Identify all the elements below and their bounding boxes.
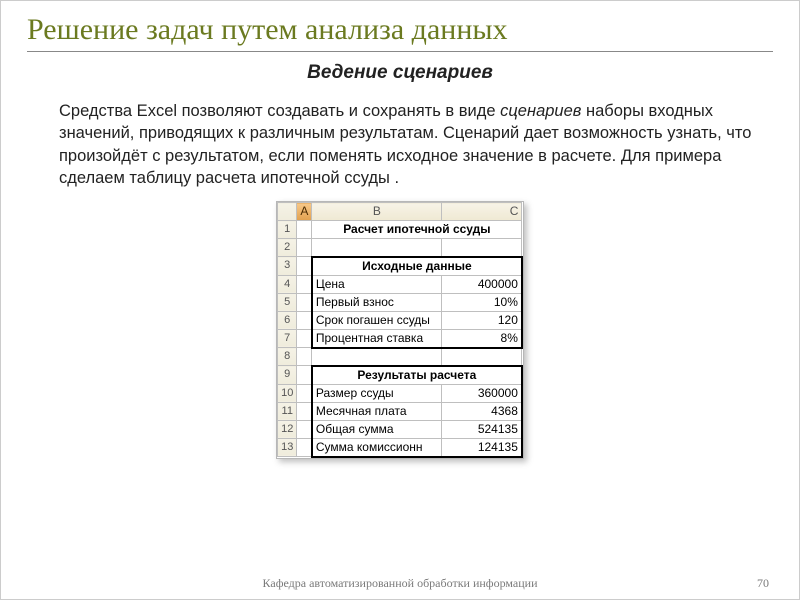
excel-screenshot: A B C 1 Расчет ипотечной ссуды 2 3 Исход… [27, 201, 773, 459]
section-input: Исходные данные [312, 257, 522, 276]
row-2: 2 [278, 239, 522, 257]
row-1: 1 Расчет ипотечной ссуды [278, 221, 522, 239]
label-down: Первый взнос [312, 293, 442, 311]
footer-department: Кафедра автоматизированной обработки инф… [1, 576, 799, 591]
row-6: 6 Срок погашен ссуды 120 [278, 311, 522, 329]
section-output: Результаты расчета [312, 366, 522, 385]
body-emph: сценариев [500, 102, 581, 120]
col-C-header: C [442, 203, 522, 221]
row-6-num: 6 [278, 311, 297, 329]
footer-page: 70 [757, 576, 769, 591]
corner-cell [278, 203, 297, 221]
excel-grid: A B C 1 Расчет ипотечной ссуды 2 3 Исход… [276, 201, 524, 459]
value-total: 524135 [442, 420, 522, 438]
row-3: 3 Исходные данные [278, 257, 522, 276]
row-7-num: 7 [278, 329, 297, 348]
row-10-num: 10 [278, 384, 297, 402]
row-8: 8 [278, 348, 522, 366]
value-term: 120 [442, 311, 522, 329]
subtitle: Ведение сценариев [27, 62, 773, 84]
row-5: 5 Первый взнос 10% [278, 293, 522, 311]
title-divider [27, 51, 773, 52]
footer: Кафедра автоматизированной обработки инф… [1, 576, 799, 591]
col-B-header: B [312, 203, 442, 221]
row-3-num: 3 [278, 257, 297, 276]
row-11: 11 Месячная плата 4368 [278, 402, 522, 420]
page-title: Решение задач путем анализа данных [27, 13, 773, 47]
row-12-num: 12 [278, 420, 297, 438]
row-4: 4 Цена 400000 [278, 275, 522, 293]
value-monthly: 4368 [442, 402, 522, 420]
sheet-title-cell: Расчет ипотечной ссуды [312, 221, 522, 239]
row-13-num: 13 [278, 438, 297, 457]
row-5-num: 5 [278, 293, 297, 311]
row-1-num: 1 [278, 221, 297, 239]
value-fee: 124135 [442, 438, 522, 457]
label-price: Цена [312, 275, 442, 293]
row-9-num: 9 [278, 366, 297, 385]
col-A-header: A [297, 203, 312, 221]
row-4-num: 4 [278, 275, 297, 293]
value-down: 10% [442, 293, 522, 311]
row-11-num: 11 [278, 402, 297, 420]
label-rate: Процентная ставка [312, 329, 442, 348]
col-header-row: A B C [278, 203, 522, 221]
row-13: 13 Сумма комиссионн 124135 [278, 438, 522, 457]
row-2-num: 2 [278, 239, 297, 257]
label-total: Общая сумма [312, 420, 442, 438]
slide: Решение задач путем анализа данных Веден… [0, 0, 800, 600]
row-7: 7 Процентная ставка 8% [278, 329, 522, 348]
row-9: 9 Результаты расчета [278, 366, 522, 385]
row-10: 10 Размер ссуды 360000 [278, 384, 522, 402]
value-rate: 8% [442, 329, 522, 348]
label-monthly: Месячная плата [312, 402, 442, 420]
label-loan: Размер ссуды [312, 384, 442, 402]
row-8-num: 8 [278, 348, 297, 366]
body-prefix: Средства Excel позволяют создавать и сох… [59, 102, 500, 120]
value-loan: 360000 [442, 384, 522, 402]
label-term: Срок погашен ссуды [312, 311, 442, 329]
body-paragraph: Средства Excel позволяют создавать и сох… [27, 100, 773, 189]
row-12: 12 Общая сумма 524135 [278, 420, 522, 438]
value-price: 400000 [442, 275, 522, 293]
label-fee: Сумма комиссионн [312, 438, 442, 457]
